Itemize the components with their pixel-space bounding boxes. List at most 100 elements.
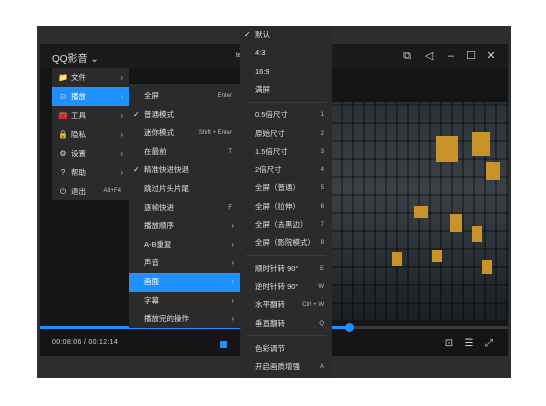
- play-menu-item[interactable]: 字幕 ›: [129, 292, 240, 311]
- main-menu-item[interactable]: ⚙ 设置 ›: [52, 144, 129, 163]
- gear-icon: ⚙: [59, 149, 67, 158]
- picture-menu-item[interactable]: 4:3: [240, 44, 332, 62]
- play-menu-item[interactable]: 播放完的操作 ›: [129, 310, 240, 329]
- shortcut-label: Shift + Enter: [198, 130, 232, 137]
- play-menu-item[interactable]: 逐帧快进 F: [129, 199, 240, 218]
- play-menu-item-label: A-B重复: [144, 239, 172, 249]
- shortcut-label: 1: [320, 112, 324, 119]
- picture-menu-item[interactable]: 原始尺寸 2: [240, 125, 332, 143]
- play-menu-item-label: 画面: [144, 277, 159, 286]
- close-icon[interactable]: ✕: [484, 49, 498, 63]
- fullscreen-icon[interactable]: ⤢: [482, 337, 496, 351]
- play-menu-item-label: 声音: [144, 258, 159, 268]
- picture-menu-item[interactable]: 0.5倍尺寸 1: [240, 106, 332, 124]
- play-menu-item[interactable]: 画面 ›: [129, 273, 240, 292]
- chevron-right-icon: ›: [231, 239, 234, 249]
- shortcut-label: Q: [319, 320, 324, 327]
- main-menu-item-label: 工具: [71, 111, 86, 120]
- main-menu-item[interactable]: ⏻ 退出 Alt+F4: [52, 182, 129, 201]
- share-icon[interactable]: ◁: [422, 49, 436, 63]
- picture-menu-item-label: 全屏（影院模式）: [255, 238, 315, 248]
- chevron-down-icon: ⌄: [90, 54, 99, 65]
- video-area[interactable]: [332, 102, 508, 320]
- main-menu-item-label: 文件: [71, 73, 86, 82]
- chevron-right-icon: ›: [120, 111, 123, 120]
- picture-menu-item[interactable]: 垂直翻转 Q: [240, 315, 332, 333]
- shortcut-label: 4: [320, 167, 324, 174]
- play-menu-item[interactable]: 播放顺序 ›: [129, 217, 240, 236]
- minimize-icon[interactable]: –: [444, 49, 458, 63]
- equalizer-icon[interactable]: ☰: [462, 337, 476, 351]
- picture-menu-item[interactable]: 水平翻转 Ctrl + W: [240, 296, 332, 314]
- checkmark-icon: ✓: [244, 30, 251, 39]
- play-menu-item[interactable]: 迷你模式 Shift + Enter: [129, 124, 240, 143]
- main-menu-item[interactable]: 🧰 工具 ›: [52, 106, 129, 125]
- picture-menu-item[interactable]: 开启画质增强 A: [240, 358, 332, 376]
- screenshot-icon[interactable]: ⧉: [400, 49, 414, 63]
- toolbox-icon: 🧰: [58, 111, 68, 120]
- picture-menu-item[interactable]: 色彩调节: [240, 340, 332, 358]
- video-highlight: [392, 252, 402, 266]
- play-menu-item-label: 在最前: [144, 146, 167, 156]
- main-menu-item-label: 播放: [71, 92, 86, 101]
- main-menu-item[interactable]: 📁 文件 ›: [52, 68, 129, 87]
- stop-button[interactable]: [220, 341, 227, 348]
- picture-menu-item-label: 水平翻转: [255, 300, 285, 310]
- picture-menu-item-label: 1.5倍尺寸: [255, 146, 288, 156]
- chevron-right-icon: ›: [120, 168, 123, 177]
- picture-menu-item-label: 全屏（去黑边）: [255, 220, 308, 229]
- play-menu-item[interactable]: 跳过片头片尾: [129, 180, 240, 199]
- picture-menu-item[interactable]: 全屏（拉伸） 6: [240, 198, 332, 216]
- video-highlight: [450, 214, 462, 232]
- picture-menu-item[interactable]: 16:9: [240, 63, 332, 81]
- play-menu-item[interactable]: 声音 ›: [129, 254, 240, 273]
- picture-menu-item-label: 0.5倍尺寸: [255, 110, 288, 120]
- picture-menu-item[interactable]: 1.5倍尺寸 3: [240, 143, 332, 161]
- main-menu-item[interactable]: ⊙ 播放 ›: [52, 87, 129, 106]
- play-menu-item[interactable]: 全屏 Enter: [129, 87, 240, 106]
- chevron-right-icon: ›: [120, 130, 123, 139]
- picture-menu-item-label: 4:3: [255, 48, 266, 58]
- play-menu-item[interactable]: ✓ 精准快进快退: [129, 161, 240, 180]
- picture-menu-item[interactable]: 全屏（影院模式） 8: [240, 234, 332, 252]
- play-menu-item-label: 播放完的操作: [144, 314, 189, 324]
- main-menu-item-label: 设置: [71, 149, 86, 158]
- video-highlight: [482, 260, 492, 274]
- chevron-right-icon: ›: [231, 295, 234, 305]
- main-menu-item[interactable]: 🔒 隐私 ›: [52, 125, 129, 144]
- shortcut-label: A: [319, 364, 324, 371]
- play-menu-item[interactable]: ✓ 普通模式: [129, 106, 240, 125]
- picture-submenu: ✓ 默认 4:3 16:9 满屏 0.5倍尺寸 1 原始尺寸 2 1.5倍尺寸 3 2倍尺寸 4 全屏（普…: [240, 26, 332, 378]
- play-menu-item[interactable]: 在最前 T: [129, 143, 240, 162]
- chevron-right-icon: ›: [120, 149, 123, 158]
- shortcut-label: W: [318, 283, 324, 290]
- shortcut-label: 6: [320, 203, 324, 210]
- progress-handle[interactable]: [345, 323, 354, 332]
- picture-menu-item[interactable]: 全屏（普通） 5: [240, 179, 332, 197]
- app-menu-button[interactable]: QQ影音 ⌄: [52, 50, 99, 65]
- picture-menu-item[interactable]: ✓ 默认: [240, 26, 332, 44]
- play-menu-item-label: 播放顺序: [144, 221, 174, 231]
- picture-menu-item[interactable]: 2倍尺寸 4: [240, 161, 332, 179]
- maximize-icon[interactable]: ☐: [464, 49, 478, 63]
- picture-menu-item[interactable]: 满屏: [240, 81, 332, 99]
- help-icon: ?: [60, 168, 66, 177]
- picture-menu-item-label: 逆时针转 90°: [255, 281, 299, 291]
- play-menu-item[interactable]: A-B重复 ›: [129, 236, 240, 255]
- shortcut-label: 3: [320, 148, 324, 155]
- shortcut-label: T: [228, 148, 232, 155]
- play-icon: ⊙: [59, 92, 67, 101]
- shortcut-label: F: [228, 204, 232, 211]
- play-menu-item-label: 普通模式: [144, 109, 174, 119]
- picture-menu-item[interactable]: 顺时针转 90° E: [240, 260, 332, 278]
- screenshot-icon[interactable]: ⊡: [442, 337, 456, 351]
- video-highlight: [414, 206, 428, 218]
- main-menu-item[interactable]: ? 帮助 ›: [52, 163, 129, 182]
- video-highlight: [472, 132, 490, 156]
- picture-menu-item[interactable]: 全屏（去黑边） 7: [240, 216, 332, 234]
- shortcut-label: Alt+F4: [103, 188, 121, 194]
- main-menu-item-label: 帮助: [71, 168, 86, 177]
- shortcut-label: Ctrl + W: [302, 302, 324, 309]
- time-display: 00:08:06 / 00:12:14: [52, 339, 119, 346]
- picture-menu-item[interactable]: 逆时针转 90° W: [240, 278, 332, 296]
